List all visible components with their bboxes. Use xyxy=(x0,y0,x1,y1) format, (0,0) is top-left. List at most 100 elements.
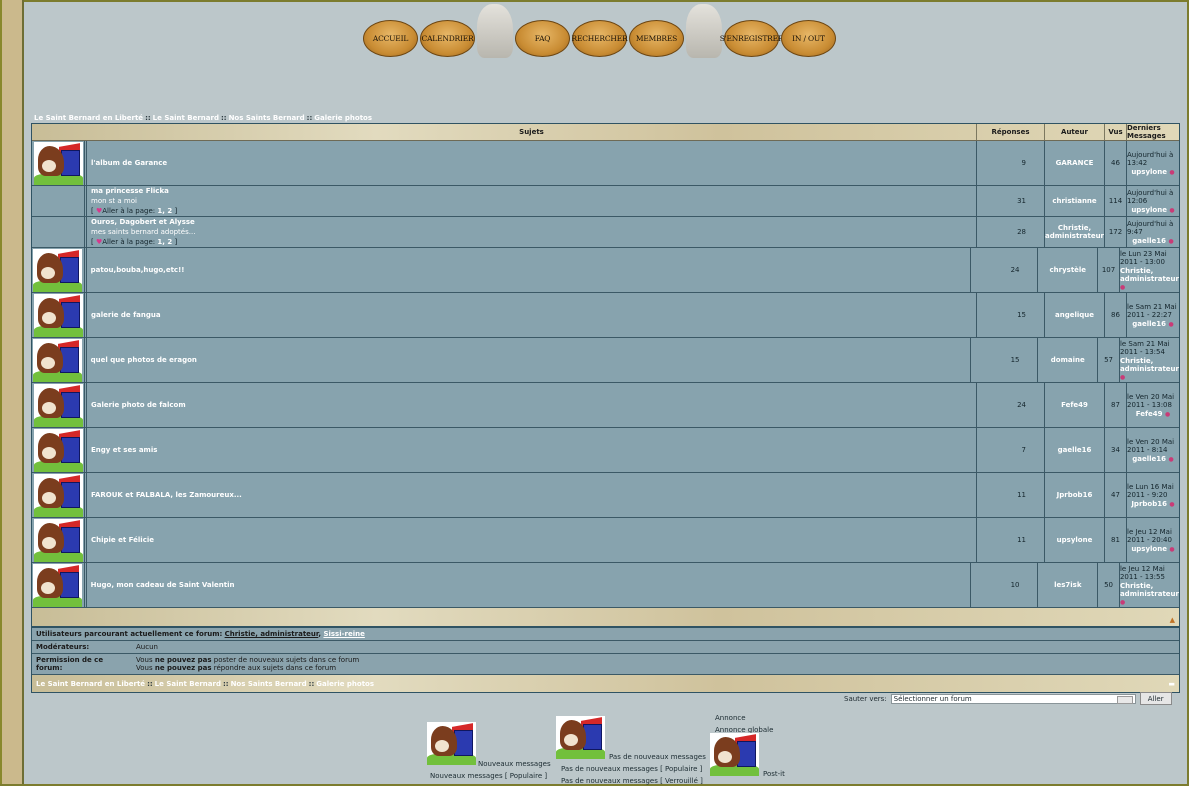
author-link[interactable]: Christie, administrateur xyxy=(1045,217,1105,247)
last-post-user-name[interactable]: Jprbob16 xyxy=(1131,500,1167,508)
author-link[interactable]: les7isk xyxy=(1038,563,1099,607)
jump-to-forum: Sauter vers: Sélectionner un forum Aller xyxy=(844,692,1172,705)
topic-title-link[interactable]: quel que photos de eragon xyxy=(91,356,197,364)
last-post-user[interactable]: Jprbob16 ● xyxy=(1131,500,1174,508)
nav-register-button[interactable]: S'ENREGISTRER xyxy=(720,20,784,57)
forum-select-value: Sélectionner un forum xyxy=(893,694,972,703)
dog-house-icon xyxy=(33,248,83,292)
go-to-page-label: Aller à la page: xyxy=(102,238,156,246)
last-post-user-name[interactable]: gaelle16 xyxy=(1132,320,1166,328)
last-post-user[interactable]: Christie, administrateur ● xyxy=(1120,357,1179,381)
topic-title-link[interactable]: Ouros, Dagobert et Alysse xyxy=(91,218,195,226)
permission-text-bold: ne pouvez pas xyxy=(154,656,212,664)
dog-house-icon xyxy=(427,722,476,765)
last-post-user[interactable]: Christie, administrateur ● xyxy=(1120,267,1179,291)
last-post-user[interactable]: gaelle16 ● xyxy=(1132,237,1173,245)
author-link[interactable]: chrystèle xyxy=(1038,248,1099,292)
last-post-user[interactable]: gaelle16 ● xyxy=(1132,455,1173,463)
topic-title-link[interactable]: ma princesse Flicka xyxy=(91,187,169,195)
nav-accueil-button[interactable]: ACCUEIL xyxy=(363,20,418,57)
breadcrumb-link[interactable]: Galerie photos xyxy=(314,114,372,122)
last-post-user[interactable]: gaelle16 ● xyxy=(1132,320,1173,328)
permission-text: poster de nouveaux sujets dans ce forum xyxy=(211,656,360,664)
breadcrumb-link[interactable]: Nos Saints Bernard xyxy=(229,114,305,122)
nav-faq-button[interactable]: FAQ xyxy=(515,20,570,57)
chevron-down-icon xyxy=(1116,695,1133,704)
author-link[interactable]: upsylone xyxy=(1045,518,1105,562)
last-post-arrow-icon[interactable]: ● xyxy=(1169,546,1174,553)
last-post-arrow-icon[interactable]: ● xyxy=(1168,456,1173,463)
browsing-user-link[interactable]: Christie, administrateur xyxy=(225,630,319,638)
jump-go-button[interactable]: Aller xyxy=(1139,692,1172,705)
nav-login-button[interactable]: IN / OUT xyxy=(781,20,836,57)
last-post-user[interactable]: Christie, administrateur ● xyxy=(1120,582,1179,606)
last-post-user-name[interactable]: Christie, administrateur xyxy=(1120,357,1179,373)
breadcrumb-link[interactable]: Le Saint Bernard en Liberté xyxy=(34,114,143,122)
author-link[interactable]: GARANCE xyxy=(1045,141,1105,185)
breadcrumb-link[interactable]: Le Saint Bernard xyxy=(155,680,221,688)
last-post-user[interactable]: upsylone ● xyxy=(1131,168,1174,176)
last-post-user-name[interactable]: gaelle16 xyxy=(1132,455,1166,463)
last-post-user[interactable]: upsylone ● xyxy=(1131,206,1174,214)
author-link[interactable]: angelique xyxy=(1045,293,1105,337)
nav-membres-button[interactable]: MEMBRES xyxy=(629,20,684,57)
browsing-user-link[interactable]: Sissi-reine xyxy=(323,630,364,638)
author-link[interactable]: Jprbob16 xyxy=(1045,473,1105,517)
last-post-date: Aujourd'hui à 9:47 xyxy=(1127,219,1174,236)
last-post-user[interactable]: upsylone ● xyxy=(1131,545,1174,553)
last-post-arrow-icon[interactable]: ● xyxy=(1120,599,1125,606)
last-post-user-name[interactable]: upsylone xyxy=(1131,545,1167,553)
topic-title-link[interactable]: galerie de fangua xyxy=(91,311,161,319)
topic-title-link[interactable]: Engy et ses amis xyxy=(91,446,157,454)
last-post-arrow-icon[interactable]: ● xyxy=(1165,411,1170,418)
author-link[interactable]: domaine xyxy=(1038,338,1099,382)
last-post-arrow-icon[interactable]: ● xyxy=(1120,374,1125,381)
views-cell: 107 xyxy=(1098,248,1120,292)
author-link[interactable]: gaelle16 xyxy=(1045,428,1105,472)
author-link[interactable]: Fefe49 xyxy=(1045,383,1105,427)
last-post-date: le Ven 20 Mai 2011 - 8:14 xyxy=(1127,437,1175,454)
breadcrumb-link[interactable]: Nos Saints Bernard xyxy=(231,680,307,688)
breadcrumb-separator: :: xyxy=(220,114,227,122)
topic-title-link[interactable]: l'album de Garance xyxy=(91,159,167,167)
forum-select[interactable]: Sélectionner un forum xyxy=(890,693,1136,704)
page-links[interactable]: 1, 2 xyxy=(157,238,172,246)
back-to-top-icon[interactable]: ▬ xyxy=(1168,680,1175,688)
last-post-arrow-icon[interactable]: ● xyxy=(1120,284,1125,291)
table-row: Chipie et Félicie 11 upsylone 81 le Jeu 12 M… xyxy=(32,518,1179,563)
permissions-value: Vous ne pouvez pas poster de nouveaux su… xyxy=(132,654,1179,674)
last-post-user-name[interactable]: Christie, administrateur xyxy=(1120,267,1179,283)
last-post-cell: le Lun 16 Mai 2011 - 9:20 Jprbob16 ● xyxy=(1127,473,1179,517)
last-post-user-name[interactable]: gaelle16 xyxy=(1132,237,1166,245)
last-post-user-name[interactable]: upsylone xyxy=(1131,168,1167,176)
topic-cell: quel que photos de eragon xyxy=(87,338,971,382)
last-post-user-name[interactable]: Christie, administrateur xyxy=(1120,582,1179,598)
table-row: Hugo, mon cadeau de Saint Valentin 10 les7… xyxy=(32,563,1179,608)
last-post-arrow-icon[interactable]: ● xyxy=(1169,501,1174,508)
last-post-arrow-icon[interactable]: ● xyxy=(1169,169,1174,176)
last-post-arrow-icon[interactable]: ● xyxy=(1168,321,1173,328)
topic-title-link[interactable]: Chipie et Félicie xyxy=(91,536,154,544)
topic-title-link[interactable]: Galerie photo de falcom xyxy=(91,401,186,409)
last-post-arrow-icon[interactable]: ● xyxy=(1169,207,1174,214)
back-to-top-icon[interactable]: ▲ xyxy=(1170,616,1175,624)
last-post-user[interactable]: Fefe49 ● xyxy=(1136,410,1170,418)
topic-cell: l'album de Garance xyxy=(87,141,977,185)
table-row: l'album de Garance 9 GARANCE 46 Aujourd'hui … xyxy=(32,141,1179,186)
topic-title-link[interactable]: patou,bouba,hugo,etc!! xyxy=(91,266,185,274)
nav-rechercher-button[interactable]: RECHERCHER xyxy=(572,20,628,57)
table-row: Galerie photo de falcom 24 Fefe49 87 le Ven … xyxy=(32,383,1179,428)
topic-title-link[interactable]: Hugo, mon cadeau de Saint Valentin xyxy=(91,581,235,589)
breadcrumb-link[interactable]: Galerie photos xyxy=(316,680,374,688)
last-post-user-name[interactable]: upsylone xyxy=(1131,206,1167,214)
last-post-arrow-icon[interactable]: ● xyxy=(1168,238,1173,245)
last-post-user-name[interactable]: Fefe49 xyxy=(1136,410,1163,418)
replies-cell: 31 xyxy=(977,186,1045,216)
topic-title-link[interactable]: FAROUK et FALBALA, les Zamoureux... xyxy=(91,491,242,499)
breadcrumb-link[interactable]: Le Saint Bernard en Liberté xyxy=(36,680,145,688)
legend-no-new-label: Pas de nouveaux messages xyxy=(609,753,706,761)
page-links[interactable]: 1, 2 xyxy=(157,207,172,215)
breadcrumb-link[interactable]: Le Saint Bernard xyxy=(153,114,219,122)
nav-calendrier-button[interactable]: CALENDRIER xyxy=(420,20,475,57)
author-link[interactable]: christianne xyxy=(1045,186,1105,216)
